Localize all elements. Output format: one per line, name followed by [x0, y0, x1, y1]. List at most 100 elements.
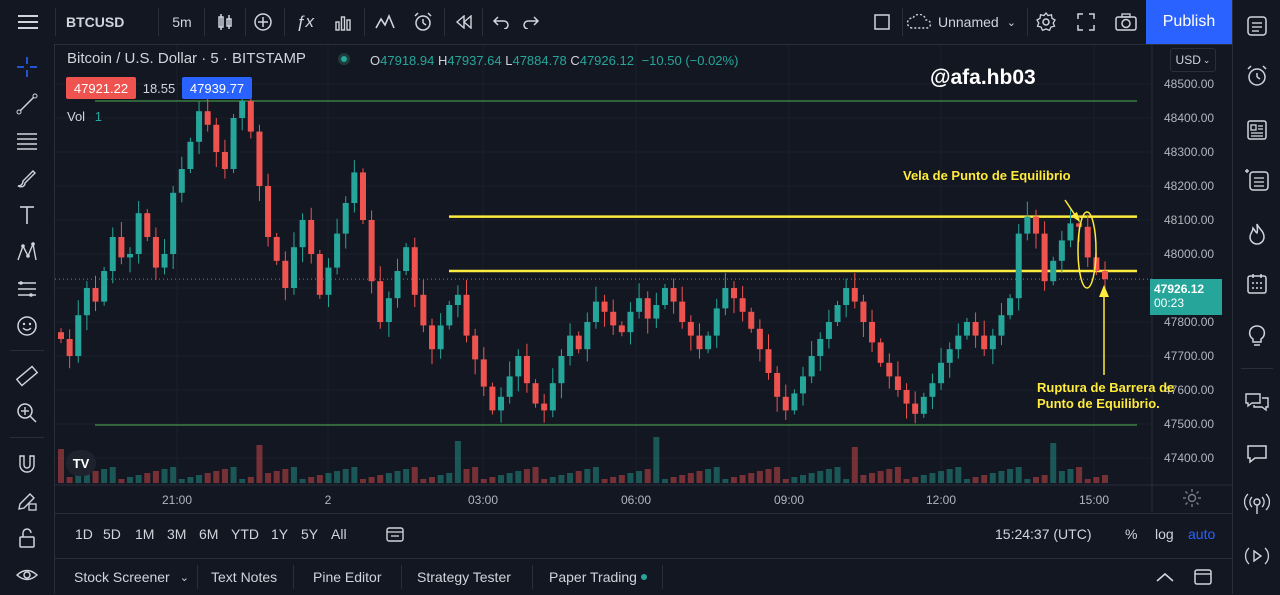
tab-paper-trading[interactable]: Paper Trading	[549, 559, 647, 595]
volume-bar	[1102, 475, 1108, 483]
zoom-tool[interactable]	[10, 398, 44, 428]
sell-price-button[interactable]: 47921.22	[66, 77, 136, 99]
candle-body	[135, 213, 142, 254]
candle-body	[679, 301, 686, 322]
tradingview-logo-icon[interactable]: TV	[66, 450, 96, 476]
auto-scale-toggle[interactable]: auto	[1188, 514, 1215, 554]
volume-bar	[213, 471, 220, 483]
pattern-tool[interactable]	[10, 237, 44, 267]
text-tool[interactable]	[10, 200, 44, 230]
volume-bar	[178, 479, 185, 483]
templates-button[interactable]	[326, 0, 360, 44]
symbol-search-button[interactable]: BTCUSD	[62, 0, 156, 44]
range-5y[interactable]: 5Y	[301, 514, 318, 554]
data-window-button[interactable]	[1239, 162, 1275, 198]
range-1y[interactable]: 1Y	[271, 514, 288, 554]
utc-clock[interactable]: 15:24:37 (UTC)	[995, 514, 1091, 554]
axis-settings-button[interactable]	[1182, 488, 1202, 508]
collapse-panel-button[interactable]	[1155, 559, 1175, 595]
log-scale-toggle[interactable]: log	[1155, 514, 1174, 554]
trendline-tool[interactable]	[10, 89, 44, 119]
candle-body	[549, 383, 556, 411]
alerts-button[interactable]	[1239, 58, 1275, 94]
prediction-tool[interactable]	[10, 274, 44, 304]
range-3m[interactable]: 3M	[167, 514, 186, 554]
undo-button[interactable]	[486, 0, 516, 44]
candle-body	[713, 308, 720, 336]
zoom-in-icon	[17, 403, 37, 423]
candle-body	[1102, 271, 1108, 280]
chart-type-button[interactable]	[208, 0, 242, 44]
range-6m[interactable]: 6M	[199, 514, 218, 554]
lock-drawings-tool[interactable]	[10, 523, 44, 553]
streams-button[interactable]	[1239, 486, 1275, 522]
replay-button[interactable]	[448, 0, 480, 44]
candle-body	[730, 288, 737, 299]
hide-drawings-tool[interactable]	[10, 560, 44, 590]
candle-body	[618, 325, 625, 333]
brush-tool[interactable]	[10, 163, 44, 193]
range-ytd[interactable]: YTD	[231, 514, 259, 554]
goto-date-button[interactable]	[385, 514, 405, 554]
candle-body	[825, 322, 832, 339]
snapshot-button[interactable]	[1110, 0, 1142, 44]
candle-body	[1058, 240, 1065, 261]
buy-price-button[interactable]: 47939.77	[182, 77, 252, 99]
volume-bar	[791, 477, 798, 483]
save-layout-button[interactable]: Unnamed ⌄	[906, 0, 1026, 44]
volume-bar	[644, 469, 651, 483]
volume-bar	[636, 471, 643, 483]
calendar-button[interactable]	[1239, 266, 1275, 302]
range-1d[interactable]: 1D	[75, 514, 93, 554]
maximize-panel-button[interactable]	[1193, 559, 1213, 595]
stay-drawing-tool[interactable]	[10, 486, 44, 516]
fib-tool[interactable]	[10, 126, 44, 156]
candle-body	[506, 376, 513, 397]
volume-bar	[705, 469, 712, 483]
watchlist-button[interactable]	[1239, 8, 1275, 44]
messages-button[interactable]	[1239, 436, 1275, 472]
crosshair-tool[interactable]	[10, 52, 44, 82]
candle-body	[196, 111, 203, 142]
layout-select-button[interactable]	[866, 0, 898, 44]
volume-bar	[558, 475, 565, 483]
tab-pine-editor[interactable]: Pine Editor	[313, 559, 381, 595]
tab-text-notes[interactable]: Text Notes	[211, 559, 277, 595]
alert-button[interactable]	[368, 0, 402, 44]
text-icon	[20, 206, 34, 224]
menu-icon[interactable]	[8, 0, 48, 44]
interval-button[interactable]: 5m	[164, 0, 200, 44]
volume-bar	[463, 469, 470, 483]
percent-scale-toggle[interactable]: %	[1125, 514, 1137, 554]
volume-bar	[429, 477, 436, 483]
currency-button[interactable]: USD ⌄	[1170, 48, 1216, 72]
playback-button[interactable]	[1239, 538, 1275, 574]
alarm-button[interactable]	[406, 0, 440, 44]
ideas-button[interactable]	[1239, 318, 1275, 354]
magnet-tool[interactable]	[10, 449, 44, 479]
price-chart[interactable]: 48500.00 48400.00 48300.00 48200.00 48100.00…	[55, 45, 1232, 512]
range-5d[interactable]: 5D	[103, 514, 121, 554]
compare-button[interactable]	[248, 0, 278, 44]
hotlist-button[interactable]	[1239, 216, 1275, 252]
tab-strategy-tester[interactable]: Strategy Tester	[417, 559, 511, 595]
range-all[interactable]: All	[331, 514, 347, 554]
ruler-tool[interactable]	[10, 361, 44, 391]
publish-button[interactable]: Publish	[1146, 0, 1232, 44]
indicators-button[interactable]: ƒx	[288, 0, 322, 44]
icon-tool[interactable]	[10, 311, 44, 341]
redo-button[interactable]	[516, 0, 546, 44]
candle-body	[756, 328, 763, 350]
volume-bar	[696, 471, 703, 483]
fullscreen-button[interactable]	[1070, 0, 1102, 44]
range-1m[interactable]: 1M	[135, 514, 154, 554]
settings-button[interactable]	[1030, 0, 1062, 44]
candle-body	[170, 192, 177, 254]
news-button[interactable]	[1239, 112, 1275, 148]
candle-body	[610, 311, 617, 326]
chats-button[interactable]	[1239, 384, 1275, 420]
tab-stock-screener[interactable]: Stock Screener ⌄	[74, 559, 189, 595]
market-status-icon[interactable]	[338, 53, 350, 65]
interval-label: 5m	[172, 14, 192, 30]
volume-bar	[851, 447, 858, 483]
